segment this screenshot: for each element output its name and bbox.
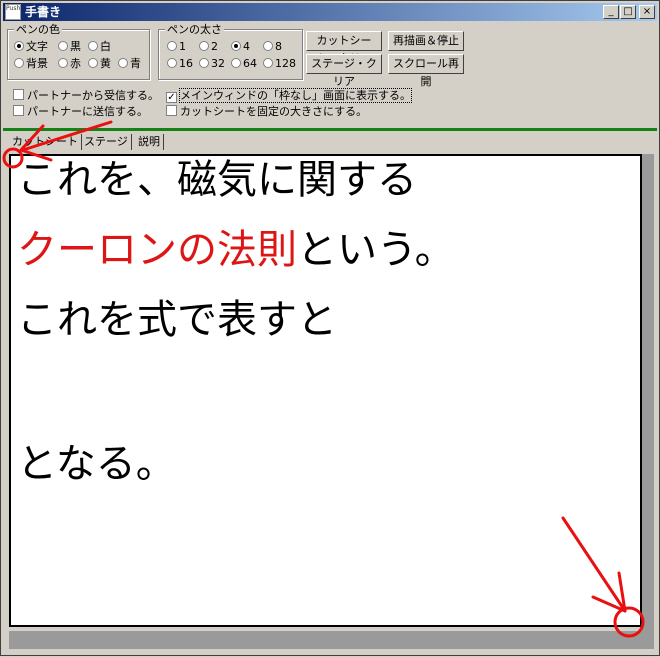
annotation-arrow-top-left <box>21 120 113 152</box>
annotation-layer <box>2 120 645 638</box>
app-window: Push 手書き _ □ × ペンの色 文字 黒 白 背景 赤 黄 青 ペンの太… <box>0 0 660 656</box>
annotation-circle-top-left <box>2 147 24 169</box>
annotation-circle-bottom-right <box>613 606 645 638</box>
